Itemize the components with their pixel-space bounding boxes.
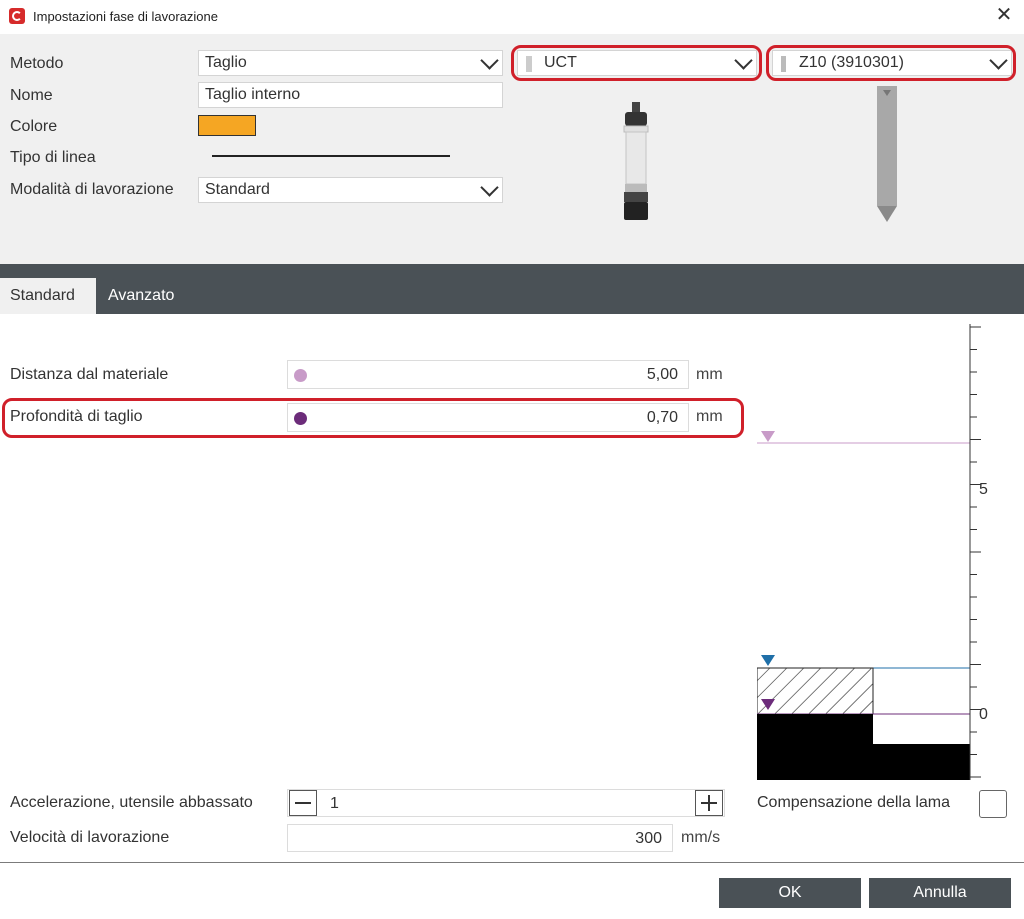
nome-value: Taglio interno: [205, 86, 301, 103]
depth-marker-icon: [294, 412, 307, 425]
ok-button[interactable]: OK: [719, 878, 861, 908]
line-type-preview[interactable]: [212, 155, 450, 157]
chevron-down-icon: [989, 51, 1008, 70]
tipo-linea-label: Tipo di linea: [10, 149, 96, 166]
metodo-label: Metodo: [10, 55, 64, 72]
accelerazione-value: 1: [330, 795, 339, 812]
blade-select[interactable]: Z10 (3910301): [772, 50, 1012, 76]
metodo-select[interactable]: Taglio: [198, 50, 503, 76]
window-title: Impostazioni fase di lavorazione: [33, 9, 218, 24]
profondita-unit: mm: [696, 408, 723, 425]
tab-standard[interactable]: Standard: [0, 278, 96, 314]
nome-label: Nome: [10, 87, 53, 104]
tool-icon: [526, 56, 532, 72]
nome-input[interactable]: Taglio interno: [198, 82, 503, 108]
tab-bar: Standard Avanzato: [0, 264, 1024, 314]
tab-avanzato[interactable]: Avanzato: [98, 278, 184, 314]
blade-icon: [781, 56, 786, 72]
title-bar: Impostazioni fase di lavorazione ✕: [0, 0, 1024, 34]
velocita-input[interactable]: 300: [287, 824, 673, 852]
distanza-value: 5,00: [646, 366, 678, 383]
color-swatch[interactable]: [198, 115, 256, 136]
velocita-value: 300: [635, 830, 662, 847]
depth-diagram: 5 0: [757, 324, 1013, 780]
chevron-down-icon: [480, 178, 499, 197]
blade-value: Z10 (3910301): [799, 54, 904, 71]
colore-label: Colore: [10, 118, 58, 135]
compensazione-label: Compensazione della lama: [757, 794, 950, 811]
tool-image: [623, 102, 649, 220]
scale-label-5: 5: [979, 481, 988, 498]
velocita-unit: mm/s: [681, 829, 721, 846]
profondita-label: Profondità di taglio: [10, 408, 143, 425]
chevron-down-icon: [734, 51, 753, 70]
tool-select[interactable]: UCT: [517, 50, 757, 76]
metodo-value: Taglio: [205, 54, 247, 71]
increment-button[interactable]: [695, 790, 723, 816]
accelerazione-label: Accelerazione, utensile abbassato: [10, 794, 253, 811]
scale-label-0: 0: [979, 706, 988, 723]
material-base: [873, 744, 970, 780]
modalita-select[interactable]: Standard: [198, 177, 503, 203]
tool-value: UCT: [544, 54, 577, 71]
chevron-down-icon: [480, 51, 499, 70]
modalita-value: Standard: [205, 181, 270, 198]
settings-panel: Metodo Taglio UCT Z10 (3910301) Nome Tag…: [0, 34, 1024, 264]
material-block: [757, 714, 873, 780]
profondita-input[interactable]: 0,70: [287, 403, 689, 432]
compensazione-checkbox[interactable]: [979, 790, 1007, 818]
blade-image: [877, 86, 897, 222]
close-icon[interactable]: ✕: [992, 3, 1016, 27]
cut-zone: [757, 667, 874, 715]
footer-divider: [0, 862, 1024, 863]
app-logo-icon: [9, 8, 25, 24]
distanza-label: Distanza dal materiale: [10, 366, 169, 383]
velocita-label: Velocità di lavorazione: [10, 829, 170, 846]
decrement-button[interactable]: [289, 790, 317, 816]
distanza-unit: mm: [696, 366, 723, 383]
distance-marker-icon: [294, 369, 307, 382]
cancel-button[interactable]: Annulla: [869, 878, 1011, 908]
accelerazione-stepper: 1: [287, 789, 725, 817]
distanza-input[interactable]: 5,00: [287, 360, 689, 389]
modalita-label: Modalità di lavorazione: [10, 181, 174, 198]
profondita-value: 0,70: [646, 409, 678, 426]
